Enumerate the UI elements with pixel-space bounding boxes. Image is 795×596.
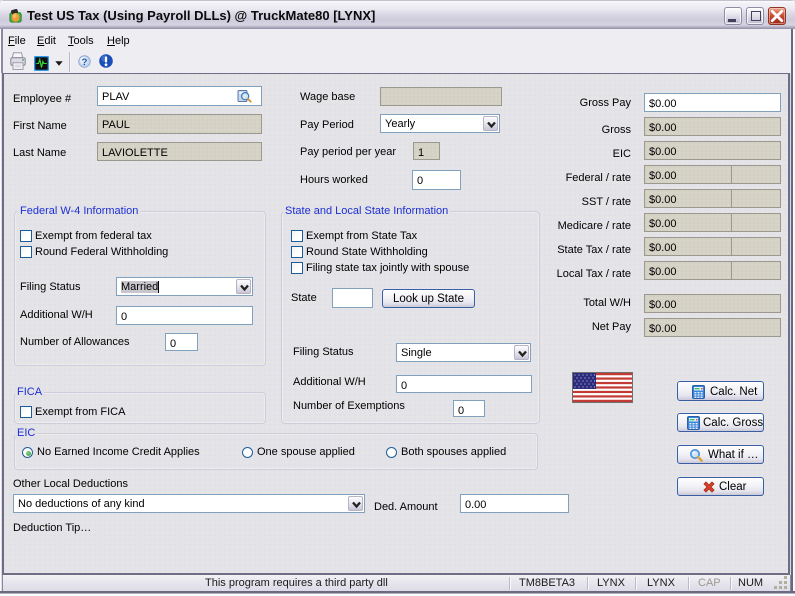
svg-text:?: ?: [82, 57, 88, 68]
